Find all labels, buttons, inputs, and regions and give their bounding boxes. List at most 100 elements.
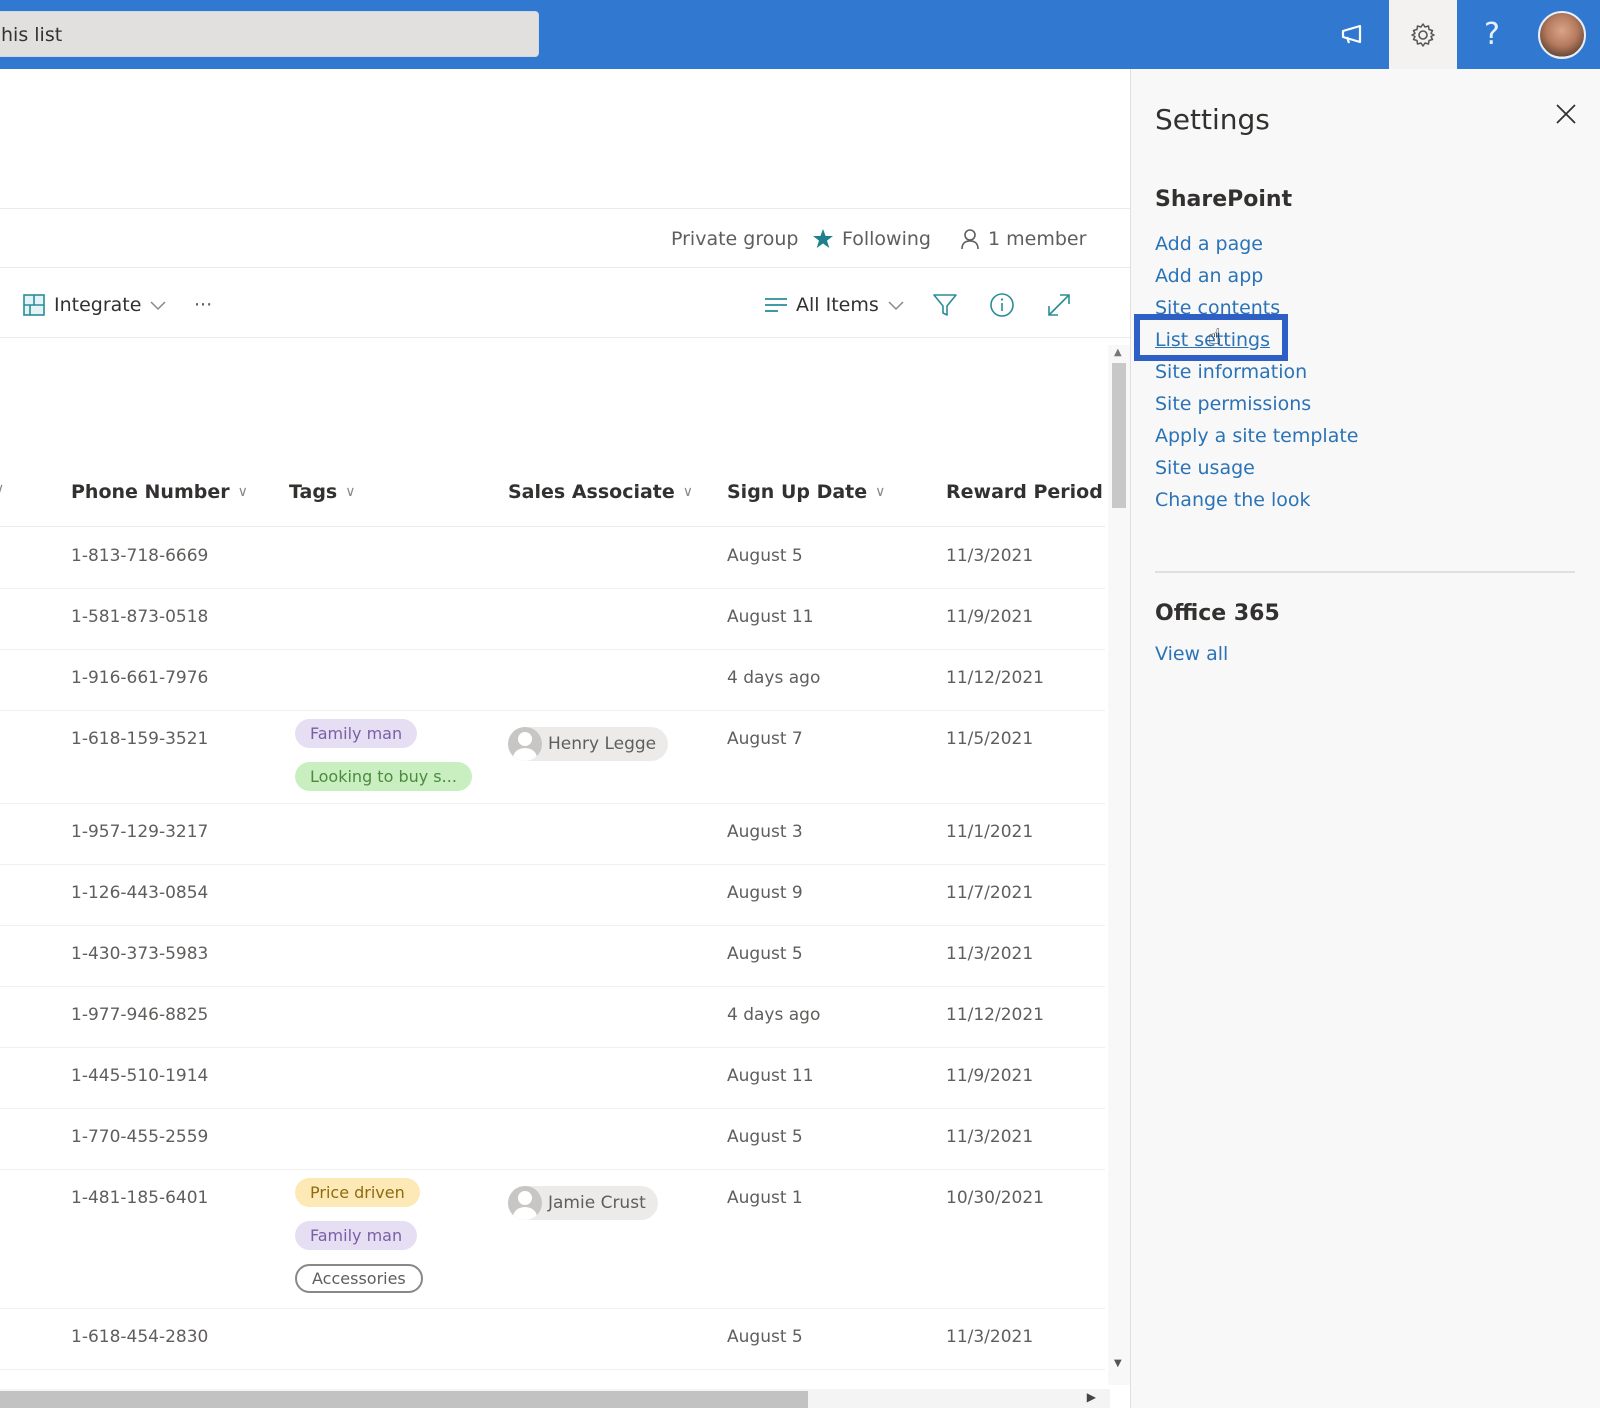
info-button[interactable] [989,287,1015,323]
column-label: Tags [289,481,338,503]
reward-period-cell: 11/12/2021 [946,668,1044,688]
phone-cell: 1-445-510-1914 [71,1066,209,1086]
table-row[interactable]: 1-430-373-5983 August 5 11/3/2021 [0,926,1105,987]
view-selector[interactable]: All Items [764,287,905,323]
column-header-reward-period[interactable]: Reward Period ... [946,481,1105,503]
tag-wrapper: Price driven [295,1178,423,1221]
person-pill[interactable]: Henry Legge [508,727,669,761]
sharepoint-links: Add a page Add an app Site contents List… [1155,228,1359,516]
phone-cell: 1-770-455-2559 [71,1127,209,1147]
tag-wrapper: Family man [295,1221,423,1264]
add-a-page-link[interactable]: Add a page [1155,228,1359,260]
vertical-scrollbar[interactable]: ▲ ▼ [1108,345,1130,1385]
chevron-down-icon: ∨ [875,484,886,500]
reward-period-cell: 11/9/2021 [946,607,1034,627]
table-row[interactable]: 1-813-718-6669 August 5 11/3/2021 [0,528,1105,589]
person-pill[interactable]: Jamie Crust [508,1186,658,1220]
members-text: 1 member [988,228,1087,250]
group-info-bar: Private group Following 1 member [0,228,1100,258]
filter-icon [933,294,957,316]
reward-period-cell: 11/12/2021 [946,1005,1044,1025]
reward-period-cell: 10/30/2021 [946,1188,1044,1208]
tag-pill[interactable]: Accessories [295,1264,423,1293]
site-information-link[interactable]: Site information [1155,356,1359,388]
tag-pill[interactable]: Family man [295,1221,418,1250]
tag-pill[interactable]: Family man [295,719,418,748]
add-an-app-link[interactable]: Add an app [1155,260,1359,292]
help-button[interactable]: ? [1458,0,1526,69]
sign-up-date-cell: August 5 [727,944,803,964]
apply-site-template-link[interactable]: Apply a site template [1155,420,1359,452]
table-row[interactable]: 1-618-454-2830 August 5 11/3/2021 [0,1309,1105,1370]
sign-up-date-cell: August 5 [727,1327,803,1347]
view-all-link[interactable]: View all [1155,638,1228,670]
site-contents-link[interactable]: Site contents [1155,292,1359,324]
office-365-heading: Office 365 [1155,601,1280,626]
reward-period-cell: 11/1/2021 [946,822,1034,842]
command-divider [0,337,1130,338]
fullscreen-button[interactable] [1046,287,1072,323]
following-button[interactable]: Following [812,228,931,250]
filter-button[interactable] [932,287,958,323]
site-usage-link[interactable]: Site usage [1155,452,1359,484]
table-row[interactable]: 1-445-510-1914 August 11 11/9/2021 [0,1048,1105,1109]
table-row[interactable]: 1-977-946-8825 4 days ago 11/12/2021 [0,987,1105,1048]
sales-associate-cell: Jamie Crust [508,1186,658,1225]
column-header-phone[interactable]: Phone Number ∨ [71,481,248,503]
tag-wrapper: Family man [295,719,472,762]
tag-pill[interactable]: Price driven [295,1178,420,1207]
tag-pill[interactable]: Looking to buy s... [295,762,472,791]
gear-icon [1411,22,1435,47]
table-row[interactable]: 1-770-455-2559 August 5 11/3/2021 [0,1109,1105,1170]
horizontal-scrollbar[interactable]: ▶ [0,1389,1110,1408]
scroll-up-icon[interactable]: ▲ [1114,347,1122,358]
column-header-tags[interactable]: Tags ∨ [289,481,356,503]
phone-cell: 1-430-373-5983 [71,944,209,964]
megaphone-icon [1341,24,1362,43]
table-row[interactable]: 1-916-661-7976 4 days ago 11/12/2021 [0,650,1105,711]
members-button[interactable]: 1 member [960,228,1086,250]
list-settings-link[interactable]: List settings [1155,324,1359,356]
sign-up-date-cell: August 11 [727,1066,814,1086]
search-input-text[interactable]: his list [1,24,62,46]
chevron-down-icon: ∨ [237,484,248,500]
feedback-button[interactable] [1320,0,1388,69]
settings-button[interactable] [1389,0,1457,69]
vertical-scroll-thumb[interactable] [1112,363,1126,508]
column-label: Reward Period ... [946,481,1105,503]
table-row[interactable]: 1-481-185-6401 Price driven Family man Acce… [0,1170,1105,1309]
reward-period-cell: 11/5/2021 [946,729,1034,749]
tags-cell: Family man Looking to buy s... [295,719,472,805]
scroll-right-icon[interactable]: ▶ [1087,1390,1096,1404]
close-button[interactable] [1551,99,1581,129]
phone-cell: 1-813-718-6669 [71,546,209,566]
search-box[interactable]: his list [0,11,539,57]
sign-up-date-cell: August 1 [727,1188,803,1208]
header-divider [0,208,1130,209]
avatar[interactable] [1538,11,1586,59]
column-label: Sign Up Date [727,481,868,503]
site-permissions-link[interactable]: Site permissions [1155,388,1359,420]
more-button[interactable]: ··· [194,287,212,323]
grid-header: ∨ Phone Number ∨ Tags ∨ Sales Associate ∨ S… [0,345,1105,527]
column-header-sign-up-date[interactable]: Sign Up Date ∨ [727,481,885,503]
sharepoint-heading: SharePoint [1155,187,1293,212]
column-header-prev-chevron[interactable]: ∨ [0,481,4,497]
scroll-down-icon[interactable]: ▼ [1114,1358,1122,1369]
help-icon: ? [1484,17,1500,52]
change-the-look-link[interactable]: Change the look [1155,484,1359,516]
command-bar: Integrate ··· All Items [0,287,1100,323]
close-icon [1556,104,1576,124]
phone-cell: 1-481-185-6401 [71,1188,209,1208]
table-row[interactable]: 1-957-129-3217 August 3 11/1/2021 [0,804,1105,865]
integrate-button[interactable]: Integrate [22,287,167,323]
table-row[interactable]: 1-581-873-0518 August 11 11/9/2021 [0,589,1105,650]
reward-period-cell: 11/3/2021 [946,1327,1034,1347]
horizontal-scroll-thumb[interactable] [0,1391,808,1408]
phone-cell: 1-581-873-0518 [71,607,209,627]
panel-divider [1155,571,1575,573]
info-icon [990,293,1014,317]
table-row[interactable]: 1-126-443-0854 August 9 11/7/2021 [0,865,1105,926]
column-header-sales-associate[interactable]: Sales Associate ∨ [508,481,693,503]
table-row[interactable]: 1-618-159-3521 Family man Looking to buy s… [0,711,1105,804]
